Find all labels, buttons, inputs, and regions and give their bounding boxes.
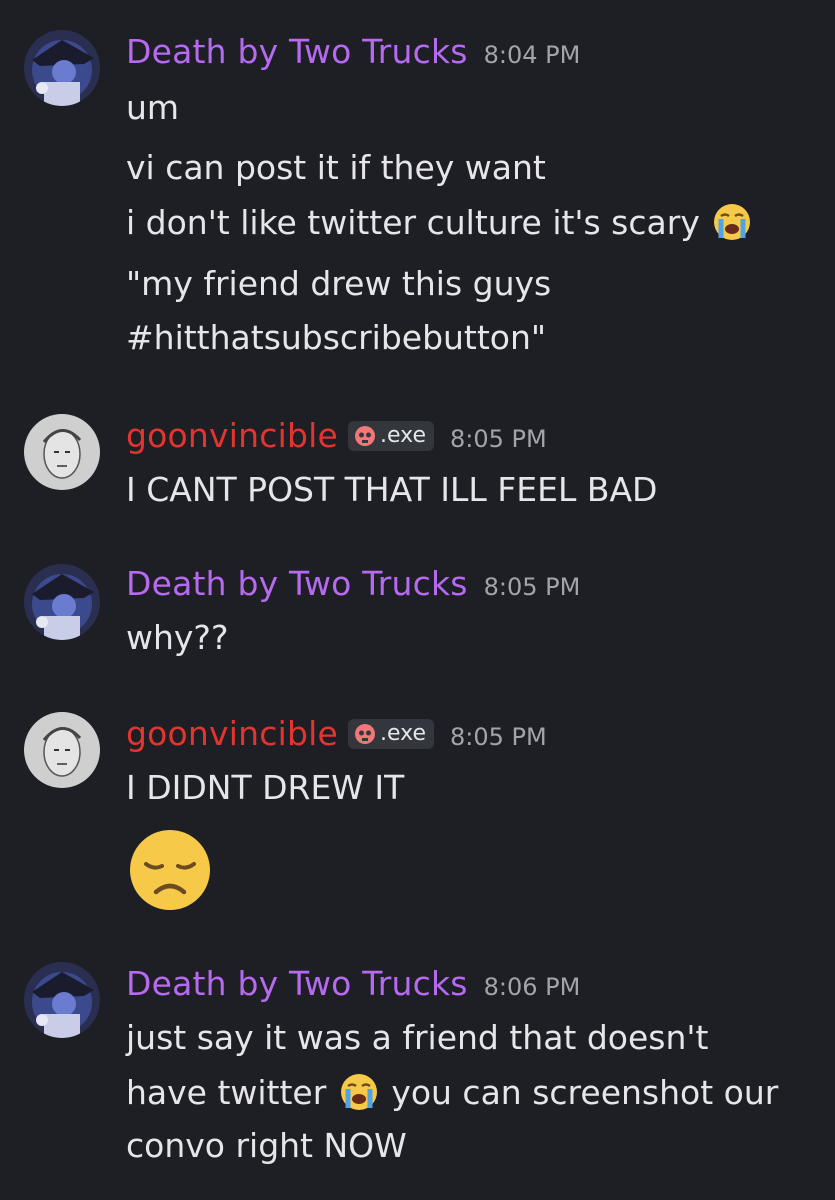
message-text: just say it was a friend that doesn't — [126, 1018, 709, 1057]
tag-text: .exe — [380, 721, 427, 746]
message-text-with-emoji: i don't like twitter culture it's scary — [126, 202, 754, 243]
tag-text: .exe — [380, 423, 427, 448]
message-text: #hitthatsubscribebutton" — [126, 318, 547, 357]
message-text: I DIDNT DREW IT — [126, 768, 405, 807]
chat-log: Death by Two Trucks 8:04 PM um vi can po… — [0, 0, 835, 1200]
message-text: vi can post it if they want — [126, 148, 546, 187]
avatar[interactable] — [24, 564, 100, 640]
avatar[interactable] — [24, 414, 100, 490]
message-text: convo right NOW — [126, 1126, 407, 1165]
skull-icon — [355, 723, 375, 744]
user-tag[interactable]: .exe — [348, 420, 435, 451]
author-name[interactable]: Death by Two Trucks — [126, 964, 468, 1003]
avatar[interactable] — [24, 712, 100, 788]
message-text: I CANT POST THAT ILL FEEL BAD — [126, 470, 658, 509]
loudly-crying-face-icon — [712, 202, 752, 242]
timestamp: 8:05 PM — [450, 425, 547, 453]
user-tag[interactable]: .exe — [348, 718, 435, 749]
message-text-with-emoji: have twitter you can screenshot our — [126, 1072, 778, 1113]
message-text: why?? — [126, 618, 229, 657]
disappointed-face-icon — [126, 826, 214, 914]
message-text: "my friend drew this guys — [126, 264, 552, 303]
message-text: i don't like twitter culture it's scary — [126, 203, 700, 242]
timestamp: 8:05 PM — [450, 723, 547, 751]
loudly-crying-face-icon — [339, 1072, 379, 1112]
author-name[interactable]: goonvincible — [126, 416, 338, 455]
author-name[interactable]: goonvincible — [126, 714, 338, 753]
message-text: um — [126, 88, 180, 127]
timestamp: 8:06 PM — [483, 973, 581, 1001]
timestamp: 8:04 PM — [483, 41, 581, 69]
avatar[interactable] — [24, 30, 100, 106]
avatar[interactable] — [24, 962, 100, 1038]
author-name[interactable]: Death by Two Trucks — [126, 32, 468, 71]
timestamp: 8:05 PM — [483, 573, 581, 601]
message-text: you can screenshot our — [391, 1073, 779, 1112]
skull-icon — [355, 425, 375, 446]
message-text: have twitter — [126, 1073, 327, 1112]
author-name[interactable]: Death by Two Trucks — [126, 564, 468, 603]
